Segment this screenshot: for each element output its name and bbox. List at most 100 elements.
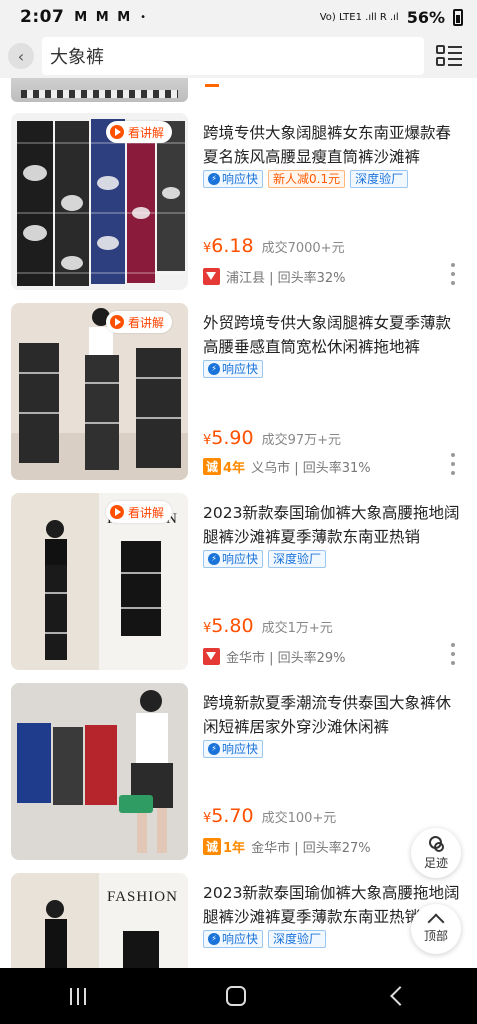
product-tags: ⚡ 响应快 深度验厂: [203, 550, 327, 568]
product-card[interactable]: 看讲解 外贸跨境专供大象阔腿裤女夏季薄款高腰垂感直筒宽松休闲裤拖地裤 ⚡ 响应快 …: [0, 303, 477, 483]
more-options-icon[interactable]: [450, 263, 456, 285]
status-right: Vo) LTE1 .ıll R .ıl 56%: [320, 8, 463, 27]
product-title[interactable]: 跨境新款夏季潮流专供泰国大象裤休闲短裤居家外穿沙滩休闲裤: [203, 691, 465, 739]
product-price: ¥5.90: [203, 427, 254, 449]
membership-years: 4年: [223, 461, 246, 476]
product-tags: ⚡ 响应快: [203, 360, 264, 378]
product-price: ¥5.80: [203, 615, 254, 637]
shop-info[interactable]: 金华市 | 回头率29%: [203, 647, 346, 666]
more-options-icon[interactable]: [450, 453, 456, 475]
product-image[interactable]: FASHION 看讲解: [11, 493, 188, 670]
product-title[interactable]: 外贸跨境专供大象阔腿裤女夏季薄款高腰垂感直筒宽松休闲裤拖地裤: [203, 311, 465, 359]
chevron-left-icon: ‹: [17, 46, 25, 66]
tag-factory-verified: 深度验厂: [268, 550, 327, 568]
product-image[interactable]: [11, 683, 188, 860]
more-options-icon[interactable]: [450, 643, 456, 665]
location-repurchase: 义乌市 | 回头率31%: [251, 461, 371, 476]
product-card[interactable]: 跨境新款夏季潮流专供泰国大象裤休闲短裤居家外穿沙滩休闲裤 ⚡ 响应快 ¥5.70 …: [0, 683, 477, 863]
battery-level: 56%: [406, 7, 445, 27]
notification-icons: M M M: [74, 9, 133, 25]
sales-volume: 成交100+元: [261, 811, 337, 826]
play-icon: [109, 125, 124, 139]
shop-info[interactable]: 诚 4年 义乌市 | 回头率31%: [203, 457, 371, 476]
play-icon: [109, 315, 124, 329]
product-card[interactable]: 看讲解 跨境专供大象阔腿裤女东南亚爆款春夏名族风高腰显瘦直筒裤沙滩裤 ⚡ 响应快 …: [0, 113, 477, 293]
product-tags: ⚡ 响应快 深度验厂: [203, 930, 327, 948]
tag-responsive: ⚡ 响应快: [203, 740, 264, 758]
lecture-badge[interactable]: 看讲解: [105, 311, 172, 333]
sales-volume: 成交7000+元: [261, 241, 345, 256]
bolt-icon: ⚡: [208, 363, 220, 375]
search-box[interactable]: [42, 37, 424, 75]
tag-factory-verified: 深度验厂: [268, 930, 327, 948]
footprint-label: 足迹: [423, 855, 448, 870]
product-tags: ⚡ 响应快: [203, 740, 264, 758]
tag-responsive: ⚡ 响应快: [203, 170, 264, 188]
previous-product-image[interactable]: [11, 78, 188, 102]
fashion-pants-image: [11, 873, 188, 968]
product-price: ¥5.70: [203, 805, 254, 827]
lecture-badge[interactable]: 看讲解: [105, 501, 172, 523]
search-header: ‹: [0, 34, 477, 78]
previous-product-price: [205, 84, 219, 87]
membership-years: 1年: [223, 841, 246, 856]
shop-icon: [203, 268, 220, 285]
battery-icon: [453, 8, 463, 26]
product-price: ¥6.18: [203, 235, 254, 257]
product-tags: ⚡ 响应快 新人减0.1元 深度验厂: [203, 170, 409, 188]
lecture-badge-label: 看讲解: [127, 315, 164, 330]
footprint-button[interactable]: 足迹: [411, 828, 461, 878]
status-bar: 2:07 M M M • Vo) LTE1 .ıll R .ıl 56%: [0, 0, 477, 34]
tag-responsive: ⚡ 响应快: [203, 360, 264, 378]
product-card[interactable]: FASHION 2023新款泰国瑜伽裤大象高腰拖地阔腿裤沙滩裤夏季薄款东南亚热销…: [0, 873, 477, 968]
tag-responsive: ⚡ 响应快: [203, 930, 264, 948]
location-repurchase: 浦江县 | 回头率32%: [226, 271, 346, 286]
bolt-icon: ⚡: [208, 553, 220, 565]
price-row: ¥5.90 成交97万+元: [203, 427, 341, 449]
product-card[interactable]: FASHION 看讲解 2023新款泰国瑜伽裤大象高腰拖地阔腿裤沙滩裤夏季薄款东…: [0, 493, 477, 673]
tag-factory-verified: 深度验厂: [350, 170, 409, 188]
system-nav-bar: [0, 968, 477, 1024]
shorts-image: [11, 683, 188, 860]
notification-dot: •: [140, 11, 147, 23]
product-title[interactable]: 2023新款泰国瑜伽裤大象高腰拖地阔腿裤沙滩裤夏季薄款东南亚热销: [203, 501, 465, 549]
price-row: ¥5.70 成交100+元: [203, 805, 336, 827]
product-list[interactable]: 看讲解 跨境专供大象阔腿裤女东南亚爆款春夏名族风高腰显瘦直筒裤沙滩裤 ⚡ 响应快 …: [0, 78, 477, 968]
product-image[interactable]: 看讲解: [11, 303, 188, 480]
back-to-top-button[interactable]: 顶部: [411, 904, 461, 954]
status-time: 2:07: [20, 7, 65, 27]
price-row: ¥5.80 成交1万+元: [203, 615, 333, 637]
tag-responsive: ⚡ 响应快: [203, 550, 264, 568]
shop-info[interactable]: 浦江县 | 回头率32%: [203, 267, 346, 286]
sales-volume: 成交1万+元: [261, 621, 333, 636]
bolt-icon: ⚡: [208, 173, 220, 185]
location-repurchase: 金华市 | 回头率27%: [251, 841, 371, 856]
lecture-badge[interactable]: 看讲解: [105, 121, 172, 143]
recents-icon[interactable]: [70, 987, 87, 1005]
location-repurchase: 金华市 | 回头率29%: [226, 651, 346, 666]
back-nav-icon[interactable]: [389, 986, 410, 1006]
cheng-badge: 诚: [203, 838, 222, 855]
lecture-badge-label: 看讲解: [127, 125, 164, 140]
bolt-icon: ⚡: [208, 933, 220, 945]
signal-icon: Vo) LTE1 .ıll R .ıl: [319, 11, 399, 23]
tag-new-user-discount: 新人减0.1元: [268, 170, 346, 188]
product-title[interactable]: 跨境专供大象阔腿裤女东南亚爆款春夏名族风高腰显瘦直筒裤沙滩裤: [203, 121, 465, 169]
product-image[interactable]: FASHION: [11, 873, 188, 968]
home-icon[interactable]: [226, 986, 247, 1006]
bolt-icon: ⚡: [208, 743, 220, 755]
image-caption: FASHION: [107, 889, 178, 905]
shop-info[interactable]: 诚 1年 金华市 | 回头率27%: [203, 837, 371, 856]
list-view-toggle-icon[interactable]: [436, 43, 462, 69]
sales-volume: 成交97万+元: [261, 433, 342, 448]
footprint-icon: [428, 835, 444, 852]
price-row: ¥6.18 成交7000+元: [203, 235, 345, 257]
cheng-badge: 诚: [203, 458, 222, 475]
shop-icon: [203, 648, 220, 665]
back-button[interactable]: ‹: [8, 43, 34, 69]
product-image[interactable]: 看讲解: [11, 113, 188, 290]
play-icon: [109, 505, 124, 519]
search-input[interactable]: [50, 45, 424, 67]
lecture-badge-label: 看讲解: [127, 505, 164, 520]
arrow-up-icon: [428, 914, 444, 924]
